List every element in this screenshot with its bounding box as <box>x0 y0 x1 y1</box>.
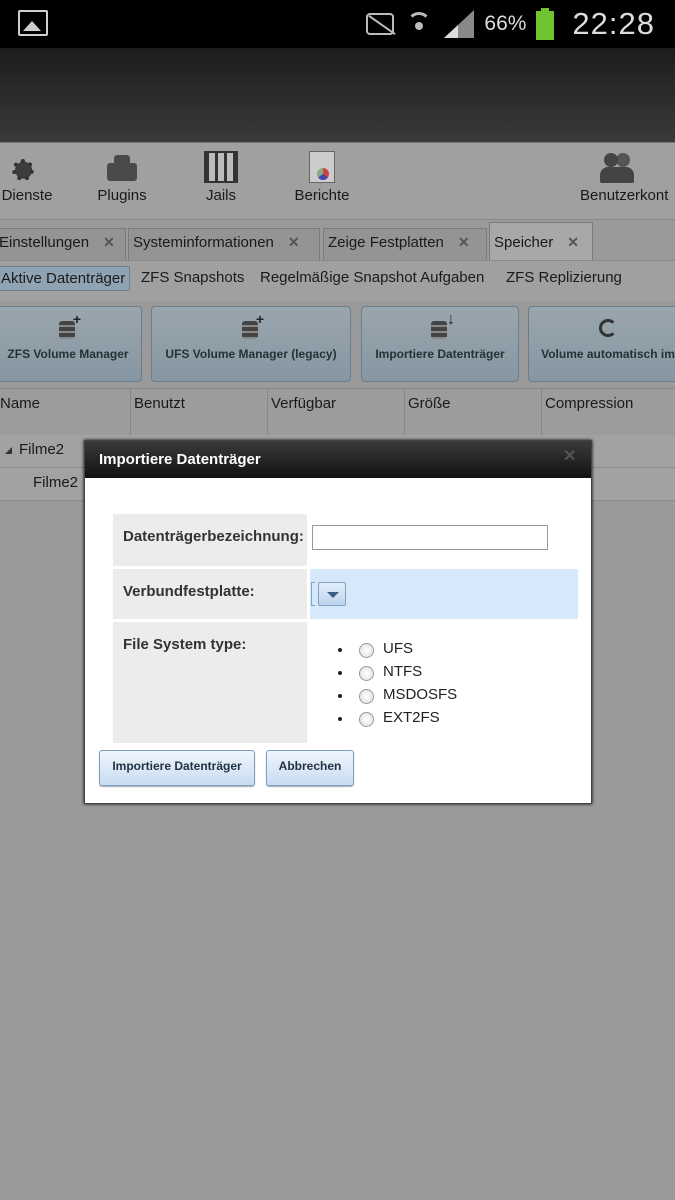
subtab-aktive-datentraeger[interactable]: Aktive Datenträger <box>0 266 131 291</box>
radio-label: MSDOSFS <box>383 686 458 703</box>
toolbar-item-benutzerkonten[interactable]: Benutzerkont <box>580 151 675 204</box>
button-label: ZFS Volume Manager <box>7 347 129 361</box>
toolbar-item-jails[interactable]: Jails <box>194 151 248 204</box>
battery-icon <box>536 8 555 40</box>
wifi-icon <box>404 10 434 38</box>
tab-speicher[interactable]: Speicher ✕ <box>489 222 593 260</box>
row-name: Filme2 <box>33 474 79 491</box>
clock: 22:28 <box>572 6 655 41</box>
volume-automatisch-button[interactable]: Volume automatisch im <box>528 306 675 382</box>
field-label: Verbundfestplatte: <box>113 569 307 619</box>
select-value <box>311 582 315 606</box>
toolbar-item-label: Dienste <box>1 187 53 204</box>
tab-label: Speicher <box>494 234 554 251</box>
column-header-compression[interactable]: Compression <box>542 389 675 435</box>
toolbar-item-label: Plugins <box>97 187 147 204</box>
subtab-zfs-snapshots[interactable]: ZFS Snapshots <box>137 266 248 289</box>
users-icon <box>600 151 634 183</box>
column-header-name[interactable]: Name <box>0 389 131 435</box>
form-row-fs-type: File System type: UFS NTFS MSDOSFS EXT2F… <box>113 622 577 743</box>
tree-expand-icon[interactable] <box>5 447 12 454</box>
report-icon <box>309 151 335 183</box>
row-name: Filme2 <box>19 441 65 458</box>
battery-percent: 66% <box>484 12 527 35</box>
field-label: Datenträgerbezeichnung: <box>113 514 307 566</box>
volume-name-input[interactable] <box>312 525 548 550</box>
zfs-volume-manager-button[interactable]: ZFS Volume Manager <box>0 306 142 382</box>
tab-zeige-festplatten[interactable]: Zeige Festplatten ✕ <box>323 228 487 260</box>
fs-option-msdosfs[interactable]: MSDOSFS <box>331 686 457 709</box>
fs-option-ufs[interactable]: UFS <box>331 640 457 663</box>
volume-auto-icon <box>597 317 619 339</box>
close-icon[interactable]: ✕ <box>567 234 579 251</box>
signal-icon <box>444 10 475 38</box>
fs-type-radio-group: UFS NTFS MSDOSFS EXT2FS <box>331 640 457 732</box>
dialog-titlebar: Importiere Datenträger ✕ <box>85 441 591 478</box>
database-add-icon <box>57 311 81 339</box>
button-label: Importiere Datenträger <box>375 347 505 361</box>
database-add-icon <box>240 311 264 339</box>
chevron-down-icon[interactable] <box>318 582 346 606</box>
radio-button[interactable] <box>359 689 374 704</box>
tab-label: Einstellungen <box>0 234 90 251</box>
radio-label: NTFS <box>383 663 423 680</box>
tab-einstellungen[interactable]: Einstellungen ✕ <box>0 228 126 260</box>
tab-label: Systeminformationen <box>133 234 274 251</box>
tab-label: Zeige Festplatten <box>328 234 444 251</box>
close-icon[interactable]: ✕ <box>563 449 577 465</box>
column-header-verfuegbar[interactable]: Verfügbar <box>268 389 405 435</box>
form-row-disk: Verbundfestplatte: <box>113 569 578 619</box>
close-icon[interactable]: ✕ <box>288 234 300 251</box>
subtab-snapshot-aufgaben[interactable]: Regelmäßige Snapshot Aufgaben <box>256 266 488 289</box>
plugin-icon <box>105 151 139 183</box>
close-icon[interactable]: ✕ <box>103 234 115 251</box>
button-label: UFS Volume Manager (legacy) <box>165 347 337 361</box>
toolbar-item-dienste[interactable]: Dienste <box>0 151 62 204</box>
jails-icon <box>204 151 238 183</box>
column-header-groesse[interactable]: Größe <box>405 389 542 435</box>
ufs-volume-manager-button[interactable]: UFS Volume Manager (legacy) <box>151 306 351 382</box>
database-import-icon <box>429 311 455 339</box>
fs-option-ntfs[interactable]: NTFS <box>331 663 457 686</box>
browser-header <box>0 48 675 142</box>
import-button[interactable]: Importiere Datenträger <box>99 750 255 786</box>
volume-disk-select[interactable] <box>310 569 578 619</box>
mute-icon <box>366 13 395 35</box>
toolbar-item-plugins[interactable]: Plugins <box>86 151 158 204</box>
subtab-zfs-replizierung[interactable]: ZFS Replizierung <box>502 266 626 289</box>
gear-icon <box>10 151 44 183</box>
importiere-datentraeger-button[interactable]: Importiere Datenträger <box>361 306 519 382</box>
fs-option-ext2fs[interactable]: EXT2FS <box>331 709 457 732</box>
toolbar-item-label: Benutzerkont <box>580 187 669 204</box>
field-label: File System type: <box>113 622 307 743</box>
status-bar: 66% 22:28 <box>0 0 675 48</box>
toolbar-item-label: Berichte <box>294 187 350 204</box>
toolbar-item-label: Jails <box>205 187 236 204</box>
radio-label: UFS <box>383 640 413 657</box>
toolbar-item-berichte[interactable]: Berichte <box>284 151 360 204</box>
dialog-title: Importiere Datenträger <box>99 451 261 468</box>
radio-button[interactable] <box>359 643 374 658</box>
radio-button[interactable] <box>359 666 374 681</box>
top-toolbar: Dienste Plugins Jails Berichte Benutzerk… <box>0 142 675 220</box>
storage-subtabs: Aktive Datenträger ZFS Snapshots Regelmä… <box>0 260 675 301</box>
cancel-button[interactable]: Abbrechen <box>266 750 354 786</box>
form-row-name: Datenträgerbezeichnung: <box>113 514 577 566</box>
tab-systeminformationen[interactable]: Systeminformationen ✕ <box>128 228 320 260</box>
gallery-notification-icon <box>18 10 48 36</box>
button-label: Volume automatisch im <box>541 347 675 361</box>
main-tabs: Einstellungen ✕ Systeminformationen ✕ Zeig… <box>0 222 675 260</box>
radio-button[interactable] <box>359 712 374 727</box>
column-header-benutzt[interactable]: Benutzt <box>131 389 268 435</box>
import-volume-dialog: Importiere Datenträger ✕ Datenträgerbeze… <box>84 440 592 804</box>
radio-label: EXT2FS <box>383 709 440 726</box>
close-icon[interactable]: ✕ <box>458 234 470 251</box>
volume-grid-header: Name Benutzt Verfügbar Größe Compression <box>0 388 675 436</box>
